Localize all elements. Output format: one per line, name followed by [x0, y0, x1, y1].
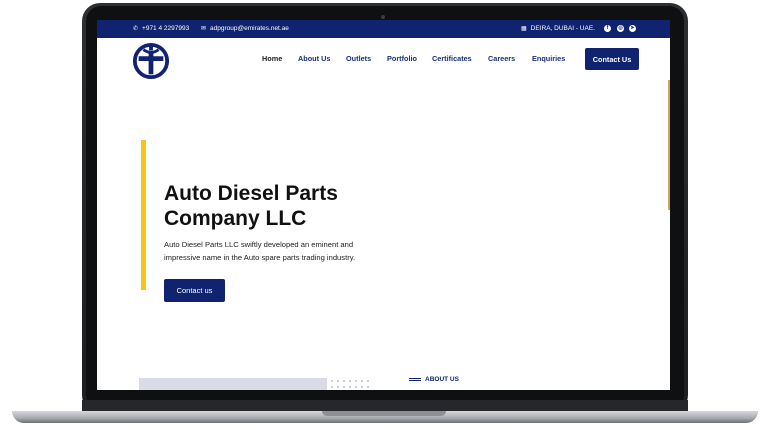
- scroll-edge: [668, 80, 670, 210]
- telegram-icon[interactable]: ➤: [629, 25, 636, 32]
- facebook-icon[interactable]: f: [604, 25, 611, 32]
- nav-certificates[interactable]: Certificates: [432, 54, 472, 63]
- phone-icon: ✆: [133, 25, 139, 32]
- company-logo[interactable]: [132, 42, 170, 80]
- about-us-heading: ABOUT US: [409, 376, 459, 383]
- location-text: DEIRA, DUBAI - UAE.: [530, 25, 595, 32]
- phone-contact[interactable]: ✆ +971 4 2297993: [133, 25, 189, 32]
- hero-title: Auto Diesel Parts Company LLC: [164, 182, 338, 230]
- hero-description: Auto Diesel Parts LLC swiftly developed …: [164, 240, 356, 262]
- dot-pattern: [329, 378, 369, 388]
- accent-bar: [141, 140, 146, 290]
- browser-screen: ✆ +971 4 2297993 ✉ adpgroup@emirates.net…: [97, 20, 670, 390]
- nav-about-us[interactable]: About Us: [298, 54, 330, 63]
- nav-enquiries[interactable]: Enquiries: [532, 54, 565, 63]
- camera-icon: [381, 15, 385, 19]
- email-contact[interactable]: ✉ adpgroup@emirates.net.ae: [201, 25, 289, 32]
- nav-home[interactable]: Home: [262, 54, 282, 63]
- about-image: [139, 378, 327, 390]
- hero-contact-button[interactable]: Contact us: [164, 279, 225, 302]
- building-icon: ▦: [521, 25, 527, 32]
- about-us-label: ABOUT US: [425, 376, 459, 383]
- nav-careers[interactable]: Careers: [488, 54, 515, 63]
- lines-icon: [409, 376, 421, 383]
- mail-icon: ✉: [201, 25, 207, 32]
- top-contact-bar: ✆ +971 4 2297993 ✉ adpgroup@emirates.net…: [97, 20, 670, 38]
- instagram-icon[interactable]: ◎: [617, 25, 624, 32]
- nav-outlets[interactable]: Outlets: [346, 54, 371, 63]
- contact-us-button[interactable]: Contact Us: [585, 48, 639, 70]
- phone-number: +971 4 2297993: [142, 25, 190, 32]
- nav-portfolio[interactable]: Portfolio: [387, 54, 417, 63]
- email-address: adpgroup@emirates.net.ae: [210, 25, 289, 32]
- laptop-notch: [322, 411, 446, 416]
- location-info: ▦ DEIRA, DUBAI - UAE.: [521, 25, 595, 32]
